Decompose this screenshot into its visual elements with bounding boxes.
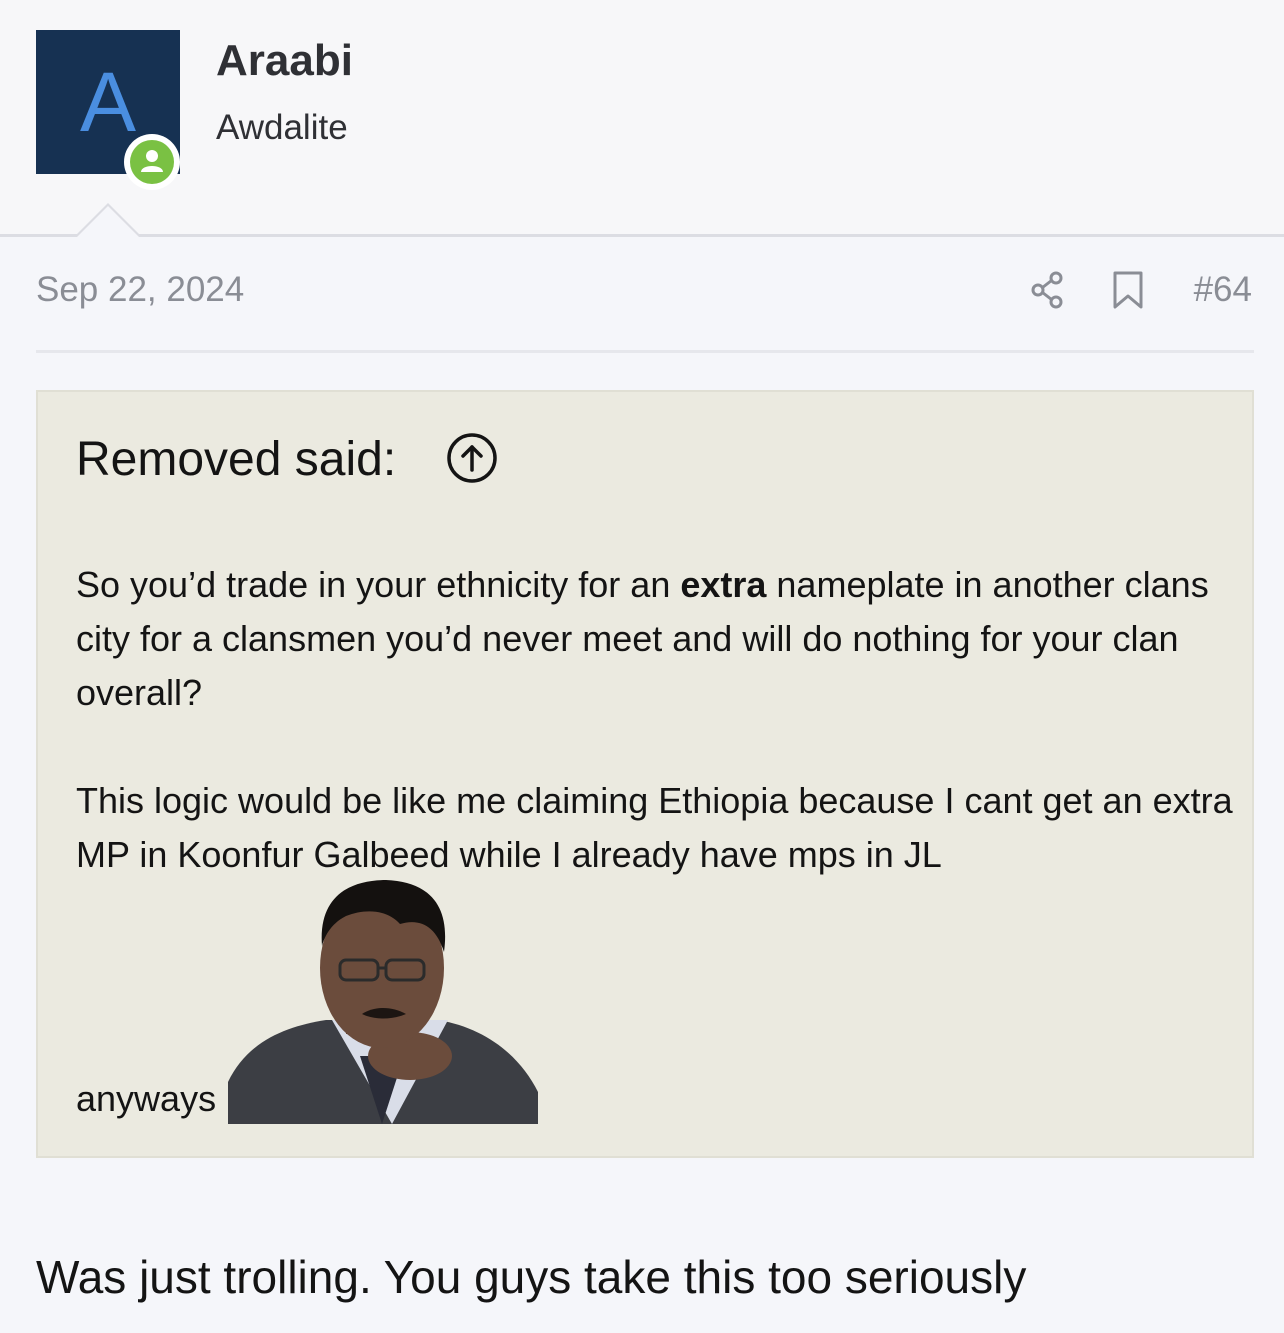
arrow-up-circle-icon[interactable] bbox=[446, 432, 498, 484]
post-date[interactable]: Sep 22, 2024 bbox=[36, 270, 244, 310]
quote-text: So you’d trade in your ethnicity for an bbox=[76, 564, 681, 605]
quote-bold-text: extra bbox=[680, 564, 767, 605]
quote-paragraph: So you’d trade in your ethnicity for an … bbox=[76, 558, 1236, 720]
user-header: A Araabi Awdalite bbox=[0, 0, 1284, 237]
quote-paragraph: This logic would be like me claiming Eth… bbox=[76, 780, 1233, 875]
quote-attribution[interactable]: Removed said: bbox=[76, 432, 396, 487]
user-title: Awdalite bbox=[216, 108, 348, 147]
online-status-badge bbox=[124, 134, 180, 190]
share-icon[interactable] bbox=[1028, 268, 1068, 312]
username-link[interactable]: Araabi bbox=[216, 36, 353, 86]
post-number-link[interactable]: #64 bbox=[1194, 270, 1252, 310]
quote-tail-text: anyways bbox=[76, 1078, 217, 1119]
bookmark-icon[interactable] bbox=[1110, 268, 1146, 312]
header-pointer-fill bbox=[76, 206, 140, 238]
man-photo-image bbox=[228, 880, 538, 1124]
quote-block: Removed said: So you’d trade in your eth… bbox=[36, 390, 1254, 1158]
reply-text: Was just trolling. You guys take this to… bbox=[36, 1251, 1027, 1303]
divider bbox=[36, 350, 1254, 353]
user-online-icon bbox=[130, 140, 174, 184]
